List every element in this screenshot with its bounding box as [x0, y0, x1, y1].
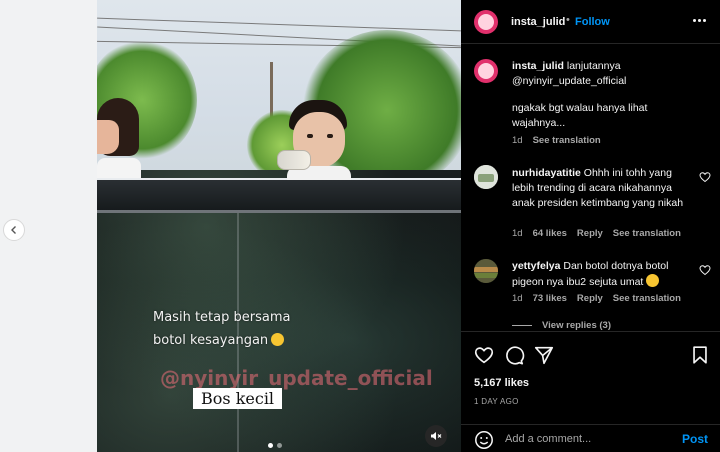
see-translation-link[interactable]: See translation: [613, 228, 681, 239]
post-header: insta_julid • Follow: [461, 0, 720, 44]
caption-meta: 1d See translation: [512, 135, 601, 146]
watermark: @nyinyir_update_official: [160, 366, 433, 390]
emoji-icon[interactable]: [474, 430, 494, 450]
avatar[interactable]: [474, 10, 498, 34]
video-caption: Masih tetap bersama botol kesayangan: [153, 306, 353, 352]
reply-button[interactable]: Reply: [577, 293, 603, 304]
header-username[interactable]: insta_julid: [511, 16, 565, 28]
reply-button[interactable]: Reply: [577, 228, 603, 239]
girl-figure: [97, 98, 141, 178]
comment-likes[interactable]: 64 likes: [533, 228, 567, 239]
comment-username[interactable]: nurhidayatitie: [512, 167, 581, 179]
name-tag: Bos kecil: [193, 388, 283, 409]
comment-text: yettyfelya Dan botol dotnya botol pigeon…: [512, 259, 692, 290]
comment-meta: 1d 64 likes Reply See translation: [512, 228, 681, 239]
boy-figure: [277, 100, 355, 180]
post-button[interactable]: Post: [682, 432, 708, 446]
chevron-left-icon: [11, 226, 16, 234]
speaker-muted-icon: [431, 432, 442, 440]
video-caption-line: botol kesayangan: [153, 329, 353, 352]
avatar-image: [474, 259, 498, 283]
comment-likes[interactable]: 73 likes: [533, 293, 567, 304]
divider: [512, 325, 532, 326]
carousel-dot: [277, 443, 282, 448]
comment-time[interactable]: 1d: [512, 228, 523, 239]
video-caption-line: Masih tetap bersama: [153, 310, 291, 325]
caption-mention[interactable]: @nyinyir_update_official: [512, 75, 626, 87]
add-comment-bar: Post: [461, 424, 720, 452]
comment-text: nurhidayatitie Ohhh ini tohh yang lebih …: [512, 166, 692, 211]
separator-dot: •: [566, 14, 570, 26]
video-caption-text: botol kesayangan: [153, 333, 269, 348]
add-comment-input[interactable]: [505, 431, 665, 447]
share-icon[interactable]: [533, 344, 555, 366]
carousel-dot: [268, 443, 273, 448]
see-translation-link[interactable]: See translation: [613, 293, 681, 304]
heart-icon[interactable]: [699, 264, 711, 276]
comment-username[interactable]: yettyfelya: [512, 260, 560, 272]
sweat-smile-emoji-icon: [271, 333, 285, 346]
post-actions: 5,167 likes 1 DAY AGO Post: [461, 331, 720, 452]
caption-username[interactable]: insta_julid: [512, 60, 564, 72]
more-icon: [692, 18, 696, 22]
post-date[interactable]: 1 DAY AGO: [474, 397, 519, 406]
bookmark-icon[interactable]: [689, 344, 711, 366]
caption-time[interactable]: 1d: [512, 135, 523, 146]
avatar[interactable]: [474, 259, 498, 283]
heart-icon[interactable]: [699, 171, 711, 183]
baby-bottle: [277, 150, 311, 170]
comment-time[interactable]: 1d: [512, 293, 523, 304]
post-side-panel: insta_julid • Follow insta_julid lanjuta…: [461, 0, 720, 452]
likes-count[interactable]: 5,167 likes: [474, 377, 529, 389]
comment-meta: 1d 73 likes Reply See translation: [512, 293, 681, 304]
view-replies-label: View replies (3): [542, 320, 611, 331]
view-replies-button[interactable]: View replies (3): [512, 320, 611, 331]
post-video[interactable]: Masih tetap bersama botol kesayangan @ny…: [97, 0, 461, 452]
see-translation-link[interactable]: See translation: [533, 135, 601, 146]
comments-list[interactable]: insta_julid lanjutannya @nyinyir_update_…: [461, 45, 720, 331]
avatar[interactable]: [474, 165, 498, 189]
follow-button[interactable]: Follow: [575, 16, 610, 28]
previous-post-button[interactable]: [3, 219, 25, 241]
car-roof-rail: [97, 210, 461, 213]
avatar[interactable]: [474, 59, 498, 83]
sweat-smile-emoji-icon: [646, 274, 660, 287]
carousel-dots: [268, 443, 282, 448]
post-caption: insta_julid lanjutannya @nyinyir_update_…: [512, 59, 692, 89]
caption-text: lanjutannya: [563, 60, 621, 72]
avatar-image: [474, 165, 498, 189]
more-options-button[interactable]: [691, 12, 707, 28]
heart-icon[interactable]: [473, 344, 495, 366]
comment-icon[interactable]: [503, 344, 525, 366]
mute-button[interactable]: [425, 425, 447, 447]
car-roof-edge: [97, 178, 461, 212]
caption-body: ngakak bgt walau hanya lihat wajahnya...: [512, 102, 648, 129]
